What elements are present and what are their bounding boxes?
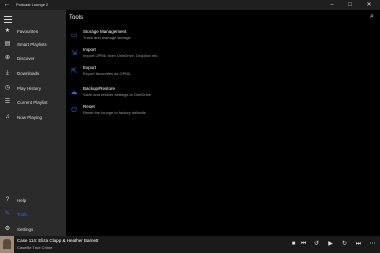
tool-description: Reset the lounge to factory defaults [83, 110, 146, 115]
sidebar-item-downloads[interactable]: ⤓ Downloads [0, 67, 66, 80]
wrench-icon: ✎ [4, 211, 11, 217]
hamburger-menu-icon[interactable] [4, 16, 12, 23]
sidebar-item-label: Settings [17, 227, 34, 232]
skip-forward-icon[interactable]: ⏭ [354, 240, 363, 249]
skip-back-icon[interactable]: ⏮ [299, 240, 308, 249]
show-title[interactable]: Casefile True Crime [17, 245, 52, 251]
help-icon: ? [5, 197, 10, 203]
sidebar: ★ Favourites ▤ Smart Playlists ⊕ Discove… [0, 10, 66, 236]
back-arrow-icon[interactable]: ← [3, 1, 11, 9]
sidebar-item-label: Tools [17, 212, 28, 217]
track-title[interactable]: Case 114: Eliza Clapp & Heather Barnett [17, 238, 98, 244]
play-icon[interactable]: ▶ [326, 240, 335, 249]
search-icon[interactable]: ⌕ [368, 13, 376, 21]
sidebar-item-current-playlist[interactable]: ☰ Current Playlist [0, 96, 66, 109]
list-icon: ☰ [4, 99, 11, 105]
playlist-icon: ▤ [4, 41, 11, 47]
window-title: Podcast Lounge 2 [16, 2, 49, 7]
title-bar: ← Podcast Lounge 2 – □ ✕ [0, 0, 380, 10]
forward-icon[interactable]: ↻ [340, 240, 349, 249]
minimize-icon[interactable]: – [325, 0, 339, 10]
tool-export[interactable]: ⇱ Export Export favourites as OPML [68, 65, 188, 81]
sidebar-item-help[interactable]: ? Help [0, 194, 66, 207]
tool-description: Export favourites as OPML [83, 71, 131, 76]
storage-icon: ▭ [70, 32, 78, 39]
page-title: Tools [69, 15, 84, 21]
sidebar-item-now-playing[interactable]: ♫ Now Playing [0, 111, 66, 124]
sidebar-item-label: Smart Playlists [17, 42, 47, 47]
sidebar-item-smart-playlists[interactable]: ▤ Smart Playlists [0, 38, 66, 51]
stop-icon[interactable]: ■ [289, 240, 298, 249]
album-art[interactable] [0, 236, 14, 253]
more-icon[interactable]: ⋯ [368, 240, 377, 249]
sidebar-item-label: Favourites [17, 29, 39, 34]
tools-page: Tools ⌕ ▭ Storage Management Track and m… [66, 10, 380, 236]
tool-description: Track and manage storage [83, 35, 131, 40]
globe-icon: ⊕ [4, 55, 11, 61]
history-icon: ◷ [4, 85, 11, 91]
sidebar-item-discover[interactable]: ⊕ Discover [0, 52, 66, 65]
sidebar-item-settings[interactable]: ⚙ Settings [0, 223, 66, 236]
sidebar-item-label: Play History [17, 86, 42, 91]
tool-import[interactable]: ⇲ Import Import OPML from OneDrive, Drop… [68, 47, 188, 63]
sidebar-item-label: Help [17, 198, 27, 203]
backup-icon: ☁ [70, 89, 78, 96]
import-icon: ⇲ [71, 50, 77, 57]
star-icon: ★ [4, 28, 11, 34]
sidebar-item-label: Now Playing [17, 115, 43, 120]
tool-storage-management[interactable]: ▭ Storage Management Track and manage st… [68, 29, 188, 45]
tool-reset[interactable]: ⏻ Reset Reset the lounge to factory defa… [68, 104, 188, 120]
tool-description: Import OPML from OneDrive, Dropbox etc. [83, 53, 159, 58]
music-note-icon: ♫ [5, 114, 10, 120]
sidebar-item-play-history[interactable]: ◷ Play History [0, 82, 66, 95]
gear-icon: ⚙ [4, 226, 11, 232]
tool-description: Save and restore settings to OneDrive [83, 92, 151, 97]
export-icon: ⇱ [71, 68, 77, 75]
tool-backup-restore[interactable]: ☁ Backup/Restore Save and restore settin… [68, 86, 188, 102]
sidebar-item-tools[interactable]: ✎ Tools [0, 208, 66, 221]
maximize-icon[interactable]: □ [343, 0, 357, 10]
sidebar-item-favourites[interactable]: ★ Favourites [0, 25, 66, 38]
close-icon[interactable]: ✕ [362, 0, 376, 10]
sidebar-item-label: Downloads [17, 71, 40, 76]
download-icon: ⤓ [6, 70, 9, 76]
reset-icon: ⏻ [71, 107, 77, 114]
rewind-icon[interactable]: ↺ [312, 240, 321, 249]
sidebar-item-label: Current Playlist [17, 100, 48, 105]
now-playing-bar: Case 114: Eliza Clapp & Heather Barnett … [0, 236, 380, 253]
sidebar-item-label: Discover [17, 56, 35, 61]
